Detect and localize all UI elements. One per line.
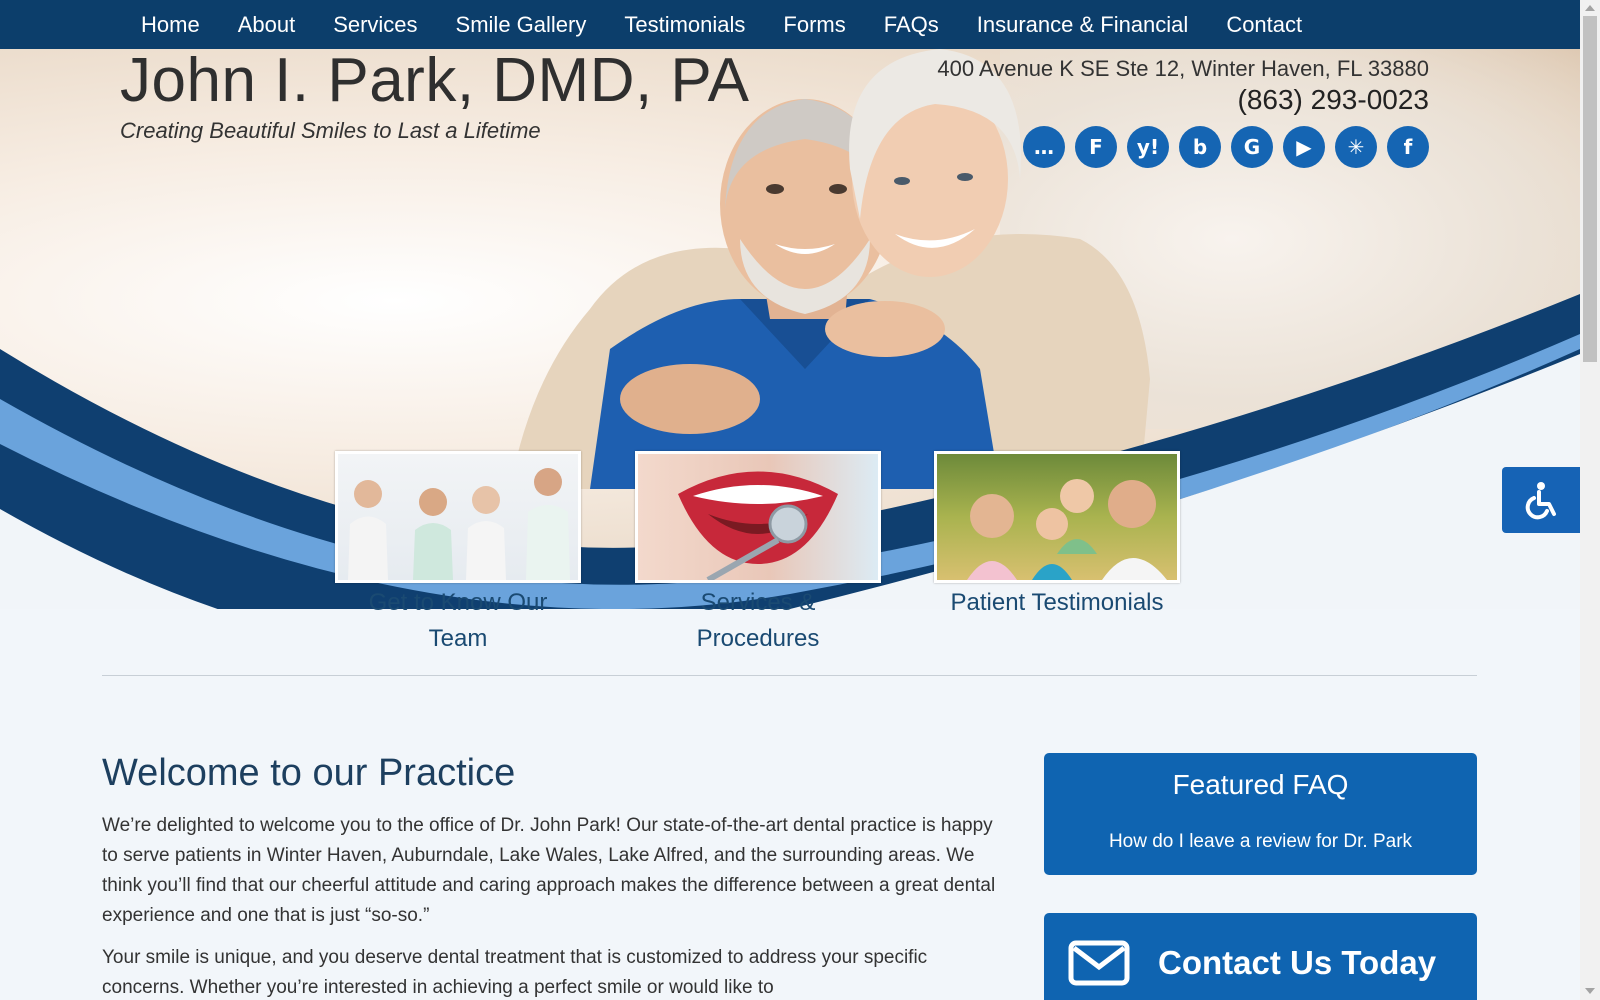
main-nav: Home About Services Smile Gallery Testim… <box>0 0 1580 49</box>
nav-services[interactable]: Services <box>314 12 436 38</box>
practice-name[interactable]: John I. Park, DMD, PA <box>120 50 750 112</box>
social-links: … F y! b G ▶ ✳ f <box>937 126 1429 168</box>
featured-faq-question[interactable]: How do I leave a review for Dr. Park <box>1044 831 1477 853</box>
feature-card-testimonials[interactable]: Patient Testimonials <box>934 451 1180 621</box>
contact-us-label[interactable]: Contact Us Today <box>1158 944 1436 982</box>
welcome-title: Welcome to our Practice <box>102 752 516 794</box>
wheelchair-icon <box>1525 482 1556 520</box>
youtube-icon[interactable]: ▶ <box>1283 126 1325 168</box>
envelope-icon <box>1068 940 1130 986</box>
team-caption-line2[interactable]: Team <box>429 625 488 652</box>
nav-forms[interactable]: Forms <box>764 12 864 38</box>
practice-tagline: Creating Beautiful Smiles to Last a Life… <box>120 118 541 143</box>
testimonials-caption-line1[interactable]: Patient Testimonials <box>951 589 1164 616</box>
testimonials-caption[interactable]: Patient Testimonials <box>934 585 1180 621</box>
nav-about[interactable]: About <box>219 12 315 38</box>
nav-faqs[interactable]: FAQs <box>865 12 958 38</box>
header-contact: 400 Avenue K SE Ste 12, Winter Haven, FL… <box>937 56 1429 168</box>
family-photo[interactable] <box>934 451 1180 583</box>
section-divider <box>102 675 1477 676</box>
nav-insurance-financial[interactable]: Insurance & Financial <box>958 12 1208 38</box>
facebook-icon[interactable]: f <box>1387 126 1429 168</box>
page-scrollbar[interactable] <box>1580 0 1600 1000</box>
welcome-paragraph-2: Your smile is unique, and you deserve de… <box>102 947 928 998</box>
scrollbar-thumb[interactable] <box>1583 16 1597 362</box>
featured-faq-title: Featured FAQ <box>1172 769 1349 800</box>
yelp-icon[interactable]: ✳ <box>1335 126 1377 168</box>
chat-review-icon[interactable]: … <box>1023 126 1065 168</box>
phone-number[interactable]: (863) 293-0023 <box>937 84 1429 116</box>
team-caption-line1[interactable]: Get to Know Our <box>369 589 548 616</box>
welcome-section: Welcome to our Practice We’re delighted … <box>102 752 1007 1000</box>
bing-icon[interactable]: b <box>1179 126 1221 168</box>
address: 400 Avenue K SE Ste 12, Winter Haven, FL… <box>937 56 1429 81</box>
smile-photo[interactable] <box>635 451 881 583</box>
foursquare-icon[interactable]: F <box>1075 126 1117 168</box>
contact-us-button[interactable]: Contact Us Today <box>1044 913 1477 1000</box>
team-caption[interactable]: Get to Know Our Team <box>335 585 581 657</box>
team-photo[interactable] <box>335 451 581 583</box>
feature-card-team[interactable]: Get to Know Our Team <box>335 451 581 657</box>
brand-block: John I. Park, DMD, PA Creating Beautiful… <box>120 50 750 144</box>
feature-card-services[interactable]: Services & Procedures <box>635 451 881 657</box>
google-icon[interactable]: G <box>1231 126 1273 168</box>
services-caption-line2[interactable]: Procedures <box>697 625 820 652</box>
nav-home[interactable]: Home <box>122 12 219 38</box>
accessibility-button[interactable] <box>1502 467 1580 533</box>
yahoo-icon[interactable]: y! <box>1127 126 1169 168</box>
nav-smile-gallery[interactable]: Smile Gallery <box>437 12 606 38</box>
welcome-paragraph-1: We’re delighted to welcome you to the of… <box>102 815 996 926</box>
scroll-down-arrow[interactable] <box>1585 988 1595 994</box>
scroll-up-arrow[interactable] <box>1585 5 1595 11</box>
nav-testimonials[interactable]: Testimonials <box>605 12 764 38</box>
nav-contact[interactable]: Contact <box>1207 12 1321 38</box>
services-caption[interactable]: Services & Procedures <box>635 585 881 657</box>
services-caption-line1[interactable]: Services & <box>701 589 816 616</box>
featured-faq-box: Featured FAQ How do I leave a review for… <box>1044 753 1477 875</box>
